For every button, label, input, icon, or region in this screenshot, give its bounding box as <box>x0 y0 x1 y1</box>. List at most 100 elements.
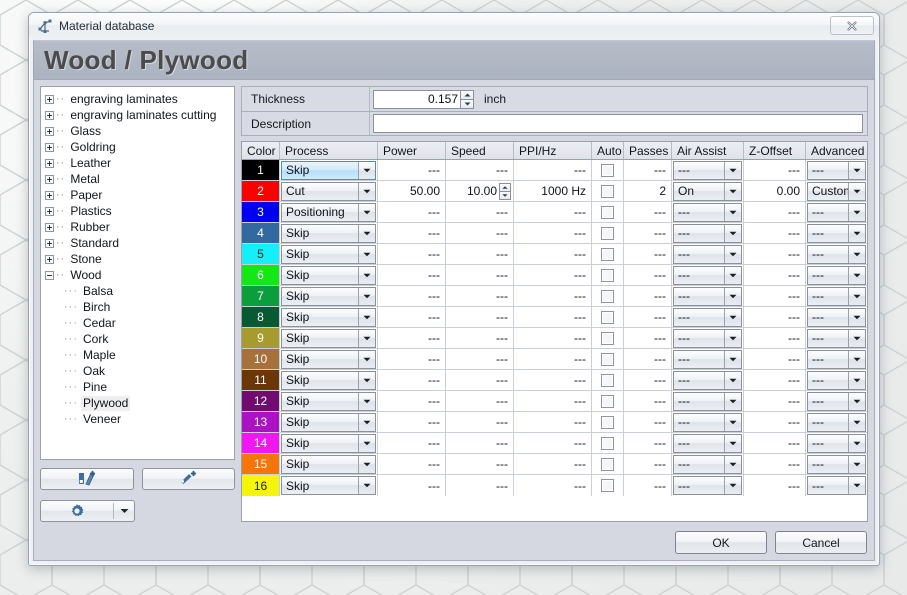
z-offset-cell[interactable]: --- <box>744 349 806 369</box>
passes-cell[interactable]: 2 <box>624 181 672 201</box>
color-swatch[interactable]: 10 <box>242 349 280 369</box>
air-assist-cell[interactable]: --- <box>672 244 744 264</box>
chevron-down-icon[interactable] <box>848 287 865 305</box>
process-cell[interactable]: Cut <box>280 181 378 201</box>
speed-cell[interactable]: --- <box>446 286 514 306</box>
grid-row[interactable]: 16 Skip --- --- --- --- --- --- --- <box>242 475 867 496</box>
air-assist-dropdown[interactable]: --- <box>673 286 742 306</box>
auto-cell[interactable] <box>592 160 624 180</box>
auto-cell[interactable] <box>592 307 624 327</box>
tree-node-child[interactable]: ··· Veneer <box>45 411 232 427</box>
auto-cell[interactable] <box>592 475 624 496</box>
advanced-dropdown[interactable]: --- <box>807 370 866 390</box>
chevron-down-icon[interactable] <box>724 287 741 305</box>
process-dropdown[interactable]: Skip <box>281 244 376 264</box>
auto-cell[interactable] <box>592 328 624 348</box>
color-swatch[interactable]: 14 <box>242 433 280 453</box>
grid-row[interactable]: 14 Skip --- --- --- --- --- --- --- <box>242 433 867 454</box>
air-assist-dropdown[interactable]: --- <box>673 349 742 369</box>
chevron-down-icon[interactable] <box>848 308 865 326</box>
grid-column-header[interactable]: Advanced <box>806 142 867 159</box>
advanced-cell[interactable]: --- <box>806 349 867 369</box>
expand-plus-icon[interactable] <box>45 206 54 216</box>
chevron-down-icon[interactable] <box>848 477 865 494</box>
color-swatch[interactable]: 11 <box>242 370 280 390</box>
chevron-down-icon[interactable] <box>848 182 865 200</box>
auto-checkbox[interactable] <box>601 394 614 408</box>
z-offset-cell[interactable]: --- <box>744 391 806 411</box>
auto-checkbox[interactable] <box>601 373 614 387</box>
advanced-dropdown[interactable]: --- <box>807 476 866 495</box>
tree-node-child[interactable]: ··· Maple <box>45 347 232 363</box>
advanced-cell[interactable]: --- <box>806 202 867 222</box>
advanced-dropdown[interactable]: --- <box>807 454 866 474</box>
process-cell[interactable]: Skip <box>280 454 378 474</box>
chevron-down-icon[interactable] <box>724 224 741 242</box>
z-offset-cell[interactable]: --- <box>744 475 806 496</box>
auto-checkbox[interactable] <box>601 352 614 366</box>
expand-plus-icon[interactable] <box>45 238 54 248</box>
color-swatch[interactable]: 4 <box>242 223 280 243</box>
chevron-down-icon[interactable] <box>848 413 865 431</box>
auto-checkbox[interactable] <box>601 479 614 492</box>
ppi-cell[interactable]: --- <box>514 307 592 327</box>
chevron-down-icon[interactable] <box>724 182 741 200</box>
speed-cell[interactable]: --- <box>446 223 514 243</box>
grid-row[interactable]: 7 Skip --- --- --- --- --- --- --- <box>242 286 867 307</box>
air-assist-dropdown[interactable]: --- <box>673 391 742 411</box>
speed-cell[interactable]: --- <box>446 202 514 222</box>
grid-row[interactable]: 12 Skip --- --- --- --- --- --- --- <box>242 391 867 412</box>
spinner-up-icon[interactable] <box>499 182 511 191</box>
auto-checkbox[interactable] <box>601 268 614 282</box>
power-cell[interactable]: --- <box>378 286 446 306</box>
power-cell[interactable]: --- <box>378 412 446 432</box>
air-assist-dropdown[interactable]: --- <box>673 328 742 348</box>
chevron-down-icon[interactable] <box>848 329 865 347</box>
ppi-cell[interactable]: --- <box>514 349 592 369</box>
z-offset-cell[interactable]: --- <box>744 223 806 243</box>
chevron-down-icon[interactable] <box>724 477 741 494</box>
process-dropdown[interactable]: Positioning <box>281 202 376 222</box>
tree-node-child[interactable]: ··· Cork <box>45 331 232 347</box>
chevron-down-icon[interactable] <box>724 266 741 284</box>
power-cell[interactable]: --- <box>378 202 446 222</box>
z-offset-cell[interactable]: --- <box>744 244 806 264</box>
z-offset-cell[interactable]: --- <box>744 160 806 180</box>
air-assist-cell[interactable]: --- <box>672 265 744 285</box>
tree-node-root[interactable]: ·· engraving laminates <box>45 91 232 107</box>
grid-column-header[interactable]: Power <box>378 142 446 159</box>
passes-cell[interactable]: --- <box>624 391 672 411</box>
expand-plus-icon[interactable] <box>45 174 54 184</box>
power-cell[interactable]: --- <box>378 454 446 474</box>
tree-node-child[interactable]: ··· Pine <box>45 379 232 395</box>
chevron-down-icon[interactable] <box>724 203 741 221</box>
process-cell[interactable]: Skip <box>280 265 378 285</box>
advanced-dropdown[interactable]: --- <box>807 202 866 222</box>
description-input[interactable] <box>373 114 863 133</box>
advanced-dropdown[interactable]: --- <box>807 349 866 369</box>
tree-node-child[interactable]: ··· Oak <box>45 363 232 379</box>
chevron-down-icon[interactable] <box>114 508 134 514</box>
color-swatch[interactable]: 12 <box>242 391 280 411</box>
chevron-down-icon[interactable] <box>848 161 865 179</box>
speed-cell[interactable]: --- <box>446 475 514 496</box>
passes-cell[interactable]: --- <box>624 160 672 180</box>
auto-cell[interactable] <box>592 223 624 243</box>
air-assist-dropdown[interactable]: --- <box>673 160 742 180</box>
chevron-down-icon[interactable] <box>724 350 741 368</box>
expand-plus-icon[interactable] <box>45 158 54 168</box>
spinner-down-icon[interactable] <box>460 98 474 109</box>
chevron-down-icon[interactable] <box>848 371 865 389</box>
power-cell[interactable]: --- <box>378 433 446 453</box>
grid-row[interactable]: 5 Skip --- --- --- --- --- --- --- <box>242 244 867 265</box>
ppi-cell[interactable]: --- <box>514 244 592 264</box>
color-swatch[interactable]: 3 <box>242 202 280 222</box>
tree-node-root[interactable]: ·· Goldring <box>45 139 232 155</box>
z-offset-cell[interactable]: --- <box>744 370 806 390</box>
tree-node-root[interactable]: ·· engraving laminates cutting <box>45 107 232 123</box>
z-offset-cell[interactable]: --- <box>744 454 806 474</box>
process-cell[interactable]: Skip <box>280 160 378 180</box>
auto-checkbox[interactable] <box>601 331 614 345</box>
process-cell[interactable]: Skip <box>280 349 378 369</box>
color-swatch[interactable]: 6 <box>242 265 280 285</box>
